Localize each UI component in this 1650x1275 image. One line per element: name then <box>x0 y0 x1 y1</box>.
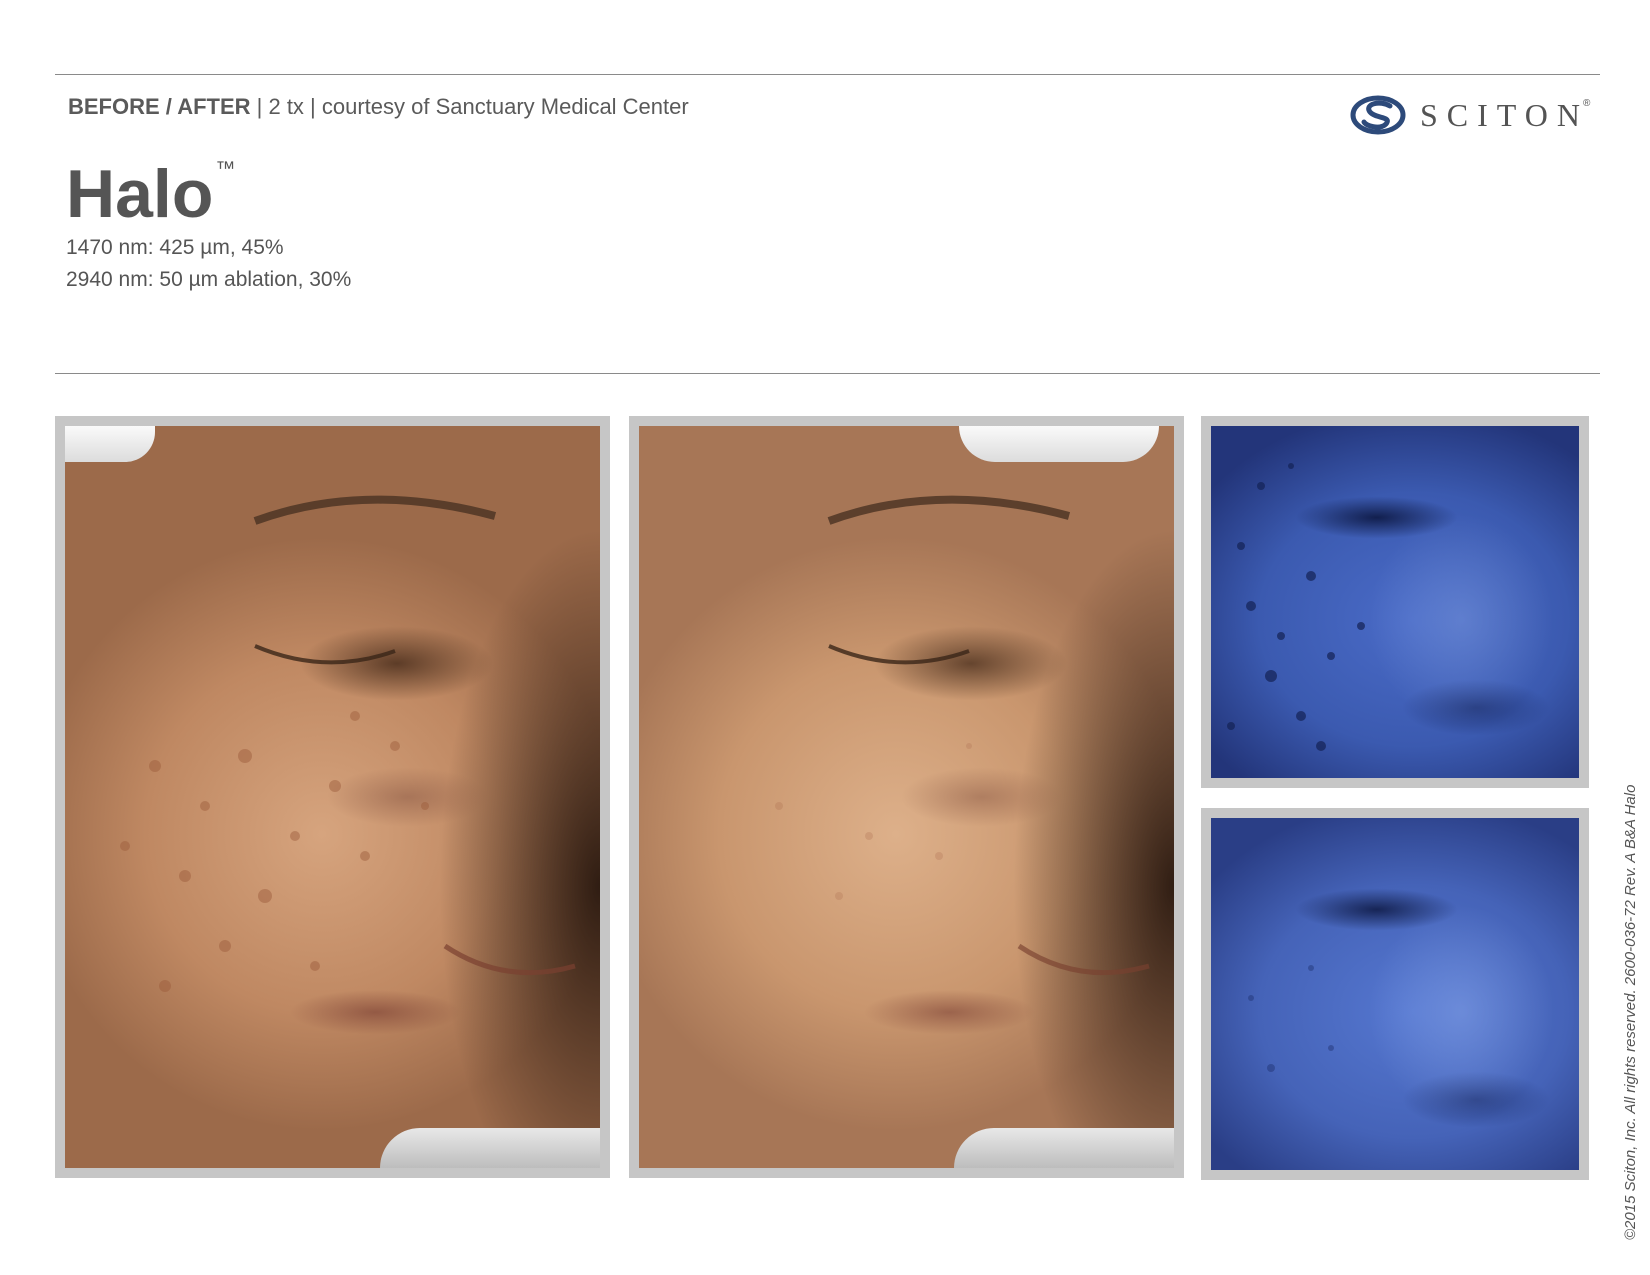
trademark-symbol: ™ <box>215 158 236 180</box>
after-uv-features <box>1248 965 1334 1072</box>
before-uv-photo-frame <box>1201 416 1589 788</box>
middle-divider <box>55 373 1600 374</box>
sciton-logo: SCITON ® <box>1350 94 1596 136</box>
before-uv-photo <box>1211 426 1579 778</box>
before-photo-features <box>120 495 576 992</box>
case-details: | 2 tx | courtesy of Sanctuary Medical C… <box>250 94 689 119</box>
before-after-label: BEFORE / AFTER <box>68 94 251 119</box>
pillow <box>954 1128 1174 1168</box>
spec-2940: 2940 nm: 50 µm ablation, 30% <box>66 268 352 291</box>
pillow <box>380 1128 600 1168</box>
before-photo <box>65 426 600 1168</box>
before-uv-features <box>1227 463 1365 751</box>
top-divider <box>55 74 1600 75</box>
product-name: Halo <box>66 156 214 232</box>
product-title: Halo ™ <box>66 158 236 228</box>
after-photo <box>639 426 1174 1168</box>
case-caption: BEFORE / AFTER | 2 tx | courtesy of Sanc… <box>68 94 689 120</box>
after-uv-photo-frame <box>1201 808 1589 1180</box>
spec-1470: 1470 nm: 425 µm, 45% <box>66 236 284 259</box>
after-photo-frame <box>629 416 1184 1178</box>
copyright-notice: ©2015 Sciton, Inc. All rights reserved. … <box>1622 784 1639 1240</box>
logo-wordmark: SCITON <box>1420 96 1589 133</box>
after-uv-photo <box>1211 818 1579 1170</box>
registered-mark: ® <box>1582 97 1591 109</box>
before-photo-frame <box>55 416 610 1178</box>
after-photo-features <box>775 495 1150 976</box>
sciton-s-logo-icon <box>1350 95 1406 135</box>
